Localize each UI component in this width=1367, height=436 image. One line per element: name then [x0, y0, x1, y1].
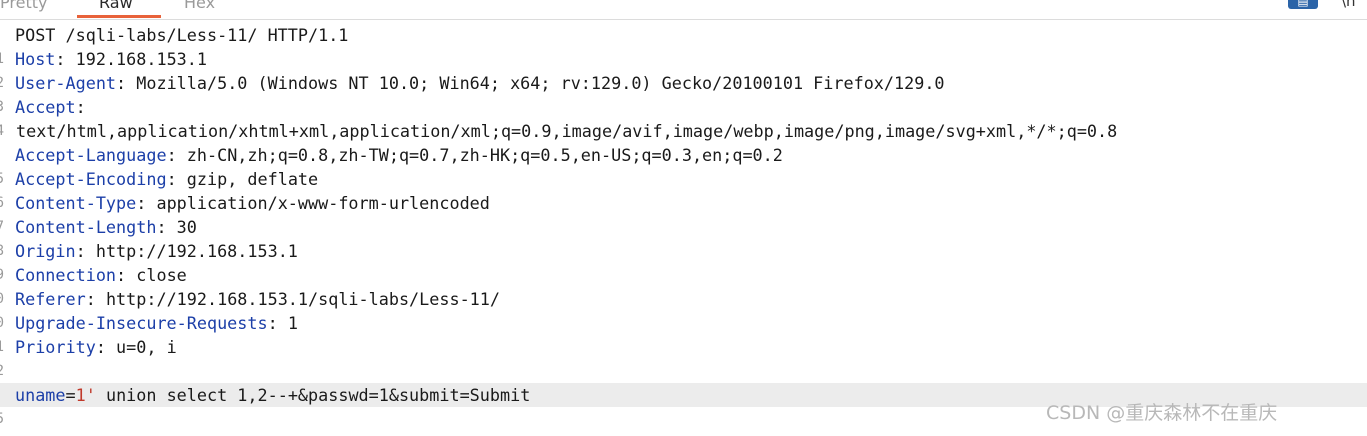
- header-value: Mozilla/5.0 (Windows NT 10.0; Win64; x64…: [136, 73, 945, 93]
- header-name: Priority: [15, 337, 96, 357]
- header-line: 7 Content-Type: application/x-www-form-u…: [0, 191, 1367, 235]
- header-name: Accept-Language: [15, 145, 167, 165]
- header-line: 0 Connection: close: [0, 263, 1367, 307]
- header-value: text/html,application/xhtml+xml,applicat…: [16, 121, 1118, 141]
- view-options-button[interactable]: ▤: [1288, 0, 1318, 9]
- body-param-value: 1': [75, 385, 96, 405]
- header-name: Accept-Encoding: [15, 169, 167, 189]
- header-name: Host: [15, 49, 56, 69]
- header-continuation-line: text/html,application/xhtml+xml,applicat…: [0, 119, 1367, 143]
- header-name: Referer: [15, 289, 86, 309]
- header-name: Connection: [15, 265, 117, 285]
- request-line-text: POST /sqli-labs/Less-11/ HTTP/1.1: [15, 25, 349, 45]
- body-rest: union select 1,2--+&passwd=1&submit=Subm…: [95, 385, 531, 405]
- request-line: 1 POST /sqli-labs/Less-11/ HTTP/1.1: [0, 23, 1367, 67]
- header-line: 0 Referer: http://192.168.153.1/sqli-lab…: [0, 287, 1367, 331]
- header-value: zh-CN,zh;q=0.8,zh-TW;q=0.7,zh-HK;q=0.5,e…: [186, 145, 783, 165]
- csdn-watermark: CSDN @重庆森林不在重庆: [1046, 402, 1278, 424]
- tab-hex[interactable]: Hex: [184, 0, 215, 12]
- header-value: 1: [287, 313, 298, 333]
- wrap-lines-button[interactable]: \n: [1341, 0, 1356, 10]
- tab-pretty[interactable]: Pretty: [0, 0, 47, 12]
- header-value: u=0, i: [116, 337, 177, 357]
- header-line: 3 User-Agent: Mozilla/5.0 (Windows NT 10…: [0, 71, 1367, 115]
- header-line: 4 Accept:: [0, 95, 1367, 139]
- raw-request-editor[interactable]: 1 POST /sqli-labs/Less-11/ HTTP/1.1 2 Ho…: [0, 23, 1367, 427]
- header-value: application/x-www-form-urlencoded: [156, 193, 490, 213]
- body-equals: =: [65, 385, 76, 405]
- header-name: User-Agent: [15, 73, 117, 93]
- header-name: Accept: [15, 97, 76, 117]
- active-tab-indicator: [77, 15, 161, 18]
- blank-line: 3: [0, 359, 1367, 403]
- header-line: 1 Upgrade-Insecure-Requests: 1: [0, 311, 1367, 355]
- line-number: 5: [0, 407, 4, 431]
- header-line: 2 Host: 192.168.153.1: [0, 47, 1367, 91]
- header-name: Upgrade-Insecure-Requests: [15, 313, 268, 333]
- header-value: 30: [176, 217, 197, 237]
- header-name: Content-Length: [15, 217, 157, 237]
- header-line: 9 Origin: http://192.168.153.1: [0, 239, 1367, 283]
- header-value: http://192.168.153.1/sqli-labs/Less-11/: [105, 289, 500, 309]
- header-name: Content-Type: [15, 193, 137, 213]
- header-value: http://192.168.153.1: [95, 241, 298, 261]
- tab-raw[interactable]: Raw: [99, 0, 133, 12]
- body-param-name: uname: [15, 385, 66, 405]
- header-value: 192.168.153.1: [75, 49, 207, 69]
- header-value: gzip, deflate: [186, 169, 319, 189]
- header-line: 2 Priority: u=0, i: [0, 335, 1367, 379]
- editor-tab-bar: Pretty Raw Hex ▤ \n: [0, 0, 1367, 20]
- header-line: 8 Content-Length: 30: [0, 215, 1367, 259]
- header-line: 5 Accept-Language: zh-CN,zh;q=0.8,zh-TW;…: [0, 143, 1367, 187]
- header-line: 6 Accept-Encoding: gzip, deflate: [0, 167, 1367, 211]
- header-name: Origin: [15, 241, 76, 261]
- header-value: close: [136, 265, 187, 285]
